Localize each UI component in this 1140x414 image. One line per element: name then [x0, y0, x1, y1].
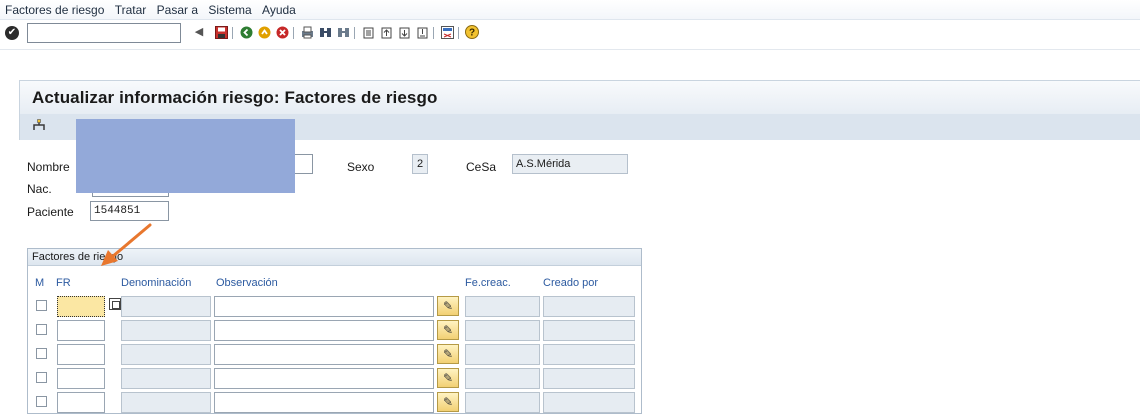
denominacion-cell	[121, 368, 211, 389]
fr-input[interactable]	[57, 296, 105, 317]
toolbar-separator	[458, 27, 459, 39]
back-triangle-icon[interactable]: ◀	[192, 25, 206, 39]
command-field[interactable]	[27, 23, 181, 43]
menu-pasar-a[interactable]: Pasar a	[157, 0, 198, 20]
toolbar-separator	[354, 27, 355, 39]
table-row: ✎	[28, 391, 641, 413]
table-header: M FR Denominación Observación Fe.creac. …	[28, 276, 641, 292]
observacion-input[interactable]	[214, 368, 434, 389]
fr-input[interactable]	[57, 344, 105, 365]
row-select-checkbox[interactable]	[36, 396, 47, 407]
back-icon[interactable]	[239, 25, 253, 39]
menu-bar: Factores de riesgo Tratar Pasar a Sistem…	[0, 0, 1140, 20]
nombre-label: Nombre	[27, 160, 70, 174]
redaction-block	[76, 119, 295, 193]
menu-ayuda[interactable]: Ayuda	[262, 0, 296, 20]
sexo-field: 2	[412, 154, 428, 174]
edit-pencil-icon[interactable]: ✎	[437, 368, 459, 388]
observacion-input[interactable]	[214, 344, 434, 365]
edit-pencil-icon[interactable]: ✎	[437, 296, 459, 316]
cesa-field: A.S.Mérida	[512, 154, 628, 174]
denominacion-cell	[121, 392, 211, 413]
observacion-input[interactable]	[214, 296, 434, 317]
page-title: Actualizar información riesgo: Factores …	[32, 88, 438, 107]
table-row: ✎	[28, 343, 641, 367]
observacion-input[interactable]	[214, 392, 434, 413]
edit-pencil-icon[interactable]: ✎	[437, 320, 459, 340]
row-select-checkbox[interactable]	[36, 300, 47, 311]
column-observacion[interactable]: Observación	[216, 276, 278, 290]
svg-text:?: ?	[469, 28, 475, 39]
paciente-field[interactable]: 1544851	[90, 201, 169, 221]
fr-input[interactable]	[57, 320, 105, 341]
paciente-label: Paciente	[27, 205, 74, 219]
creadopor-cell	[543, 320, 635, 341]
fecreac-cell	[465, 296, 540, 317]
fecreac-cell	[465, 392, 540, 413]
row-select-checkbox[interactable]	[36, 348, 47, 359]
next-page-icon[interactable]	[397, 25, 411, 39]
nac-label: Nac.	[27, 182, 52, 196]
fecreac-cell	[465, 320, 540, 341]
table-row: ✎	[28, 319, 641, 343]
row-select-checkbox[interactable]	[36, 324, 47, 335]
standard-toolbar: ✔ ◀ ?	[0, 20, 1140, 50]
toolbar-separator	[232, 27, 233, 39]
edit-pencil-icon[interactable]: ✎	[437, 392, 459, 412]
check-circle-icon[interactable]: ✔	[5, 26, 19, 40]
menu-sistema[interactable]: Sistema	[208, 0, 251, 20]
table-row: ✎	[28, 295, 641, 319]
column-creadopor[interactable]: Creado por	[543, 276, 598, 290]
help-icon[interactable]: ?	[465, 25, 479, 39]
fecreac-cell	[465, 344, 540, 365]
fr-input[interactable]	[57, 368, 105, 389]
row-select-checkbox[interactable]	[36, 372, 47, 383]
toolbar-separator	[293, 27, 294, 39]
previous-page-icon[interactable]	[379, 25, 393, 39]
denominacion-cell	[121, 344, 211, 365]
print-icon[interactable]	[300, 25, 314, 39]
fr-input[interactable]	[57, 392, 105, 413]
exit-icon[interactable]	[257, 25, 271, 39]
creadopor-cell	[543, 392, 635, 413]
column-fr[interactable]: FR	[56, 276, 71, 290]
menu-factores-de-riesgo[interactable]: Factores de riesgo	[5, 0, 104, 20]
cesa-label: CeSa	[466, 160, 497, 174]
hierarchy-icon[interactable]	[32, 119, 46, 135]
column-m[interactable]: M	[35, 276, 44, 290]
factores-table: Factores de riesgo M FR Denominación Obs…	[27, 248, 642, 414]
save-icon[interactable]	[214, 25, 228, 39]
edit-pencil-icon[interactable]: ✎	[437, 344, 459, 364]
denominacion-cell	[121, 320, 211, 341]
observacion-input[interactable]	[214, 320, 434, 341]
creadopor-cell	[543, 344, 635, 365]
find-next-icon[interactable]	[336, 25, 350, 39]
denominacion-cell	[121, 296, 211, 317]
toolbar-separator	[433, 27, 434, 39]
title-bar: Actualizar información riesgo: Factores …	[19, 80, 1140, 114]
last-page-icon[interactable]	[415, 25, 429, 39]
value-help-icon[interactable]	[109, 298, 121, 310]
table-title: Factores de riesgo	[28, 249, 641, 266]
fecreac-cell	[465, 368, 540, 389]
new-session-icon[interactable]	[440, 25, 454, 39]
sexo-label: Sexo	[347, 160, 375, 174]
creadopor-cell	[543, 296, 635, 317]
column-fecreac[interactable]: Fe.creac.	[465, 276, 511, 290]
menu-tratar[interactable]: Tratar	[115, 0, 147, 20]
creadopor-cell	[543, 368, 635, 389]
find-icon[interactable]	[318, 25, 332, 39]
table-row: ✎	[28, 367, 641, 391]
column-denominacion[interactable]: Denominación	[121, 276, 191, 290]
cancel-icon[interactable]	[275, 25, 289, 39]
first-page-icon[interactable]	[361, 25, 375, 39]
